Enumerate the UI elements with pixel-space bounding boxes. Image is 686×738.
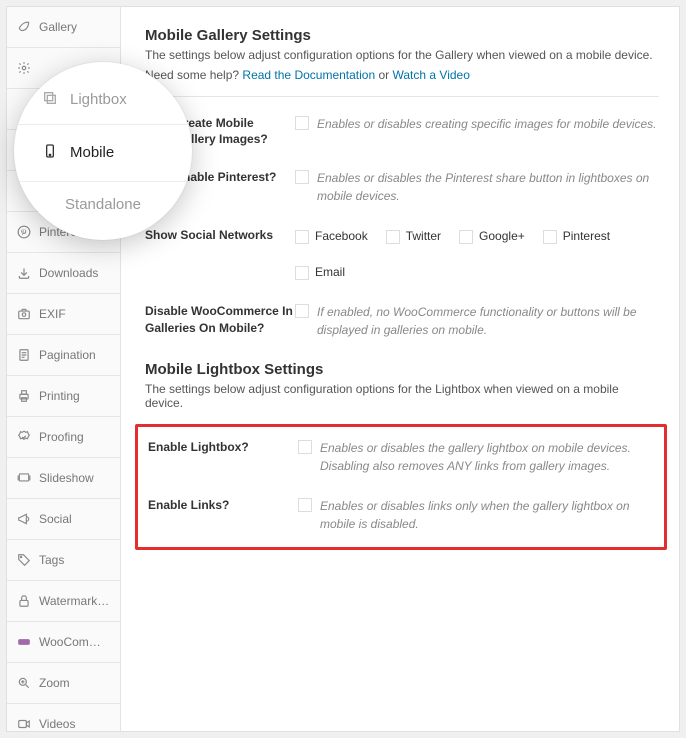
network-twitter[interactable]: Twitter	[386, 227, 441, 245]
sidebar-item-gallery[interactable]: Gallery	[7, 7, 120, 48]
mag-item-mobile[interactable]: Mobile	[14, 125, 192, 182]
setting-row-social: Show Social Networks Facebook Twitter Go…	[145, 227, 659, 281]
network-label: Pinterest	[563, 227, 610, 245]
network-google[interactable]: Google+	[459, 227, 525, 245]
magnifier-overlay: Lightbox Mobile Standalone	[14, 62, 192, 240]
video-link[interactable]: Watch a Video	[393, 68, 470, 82]
setting-label: Enable Lightbox?	[148, 439, 298, 475]
mag-label: Lightbox	[70, 91, 127, 108]
video-icon	[17, 717, 31, 731]
sidebar-item-label: Pagination	[39, 348, 96, 362]
download-icon	[17, 266, 31, 280]
sidebar-item-label: Watermarking	[39, 594, 110, 608]
network-facebook[interactable]: Facebook	[295, 227, 368, 245]
tag-icon	[17, 553, 31, 567]
sidebar-item-label: Tags	[39, 553, 64, 567]
checkbox-create-mobile[interactable]	[295, 116, 309, 130]
lightbox-section-title: Mobile Lightbox Settings	[145, 361, 659, 378]
setting-row-woo: Disable WooCommerce In Galleries On Mobi…	[145, 303, 659, 339]
checkbox-enable-links[interactable]	[298, 498, 312, 512]
checkbox-twitter[interactable]	[386, 230, 400, 244]
setting-label: Show Social Networks	[145, 227, 295, 281]
lightbox-section-subtitle: The settings below adjust configuration …	[145, 382, 659, 410]
leaf-icon	[17, 20, 31, 34]
sidebar-item-label: Downloads	[39, 266, 98, 280]
sidebar-item-exif[interactable]: EXIF	[7, 294, 120, 335]
sidebar-item-label: EXIF	[39, 307, 66, 321]
checkbox-google[interactable]	[459, 230, 473, 244]
sidebar-item-label: Videos	[39, 717, 75, 731]
network-label: Facebook	[315, 227, 368, 245]
sidebar-item-label: Gallery	[39, 20, 77, 34]
checkbox-pinterest[interactable]	[295, 170, 309, 184]
or-text: or	[375, 68, 392, 82]
sidebar-item-label: WooCommerce	[39, 635, 110, 649]
sidebar-item-label: Slideshow	[39, 471, 94, 485]
printer-icon	[17, 389, 31, 403]
network-pinterest[interactable]: Pinterest	[543, 227, 610, 245]
divider	[145, 96, 659, 97]
checkbox-email[interactable]	[295, 266, 309, 280]
help-prefix: Need some help?	[145, 68, 242, 82]
checkbox-pinterest-net[interactable]	[543, 230, 557, 244]
doc-link[interactable]: Read the Documentation	[242, 68, 375, 82]
setting-desc: Enables or disables the gallery lightbox…	[320, 439, 654, 475]
network-label: Google+	[479, 227, 525, 245]
network-label: Email	[315, 263, 345, 281]
sidebar-item-slideshow[interactable]: Slideshow	[7, 458, 120, 499]
sidebar-item-label: Social	[39, 512, 72, 526]
sidebar-item-pagination[interactable]: Pagination	[7, 335, 120, 376]
slides-icon	[17, 471, 31, 485]
sidebar-item-proofing[interactable]: Proofing	[7, 417, 120, 458]
help-line: Need some help? Read the Documentation o…	[145, 68, 659, 82]
sidebar-item-videos[interactable]: Videos	[7, 704, 120, 731]
main-panel: Mobile Gallery Settings The settings bel…	[121, 7, 679, 731]
sidebar-item-label: Printing	[39, 389, 80, 403]
setting-label: Disable WooCommerce In Galleries On Mobi…	[145, 303, 295, 339]
setting-row-enable-links: Enable Links? Enables or disables links …	[148, 497, 654, 533]
gallery-section-subtitle: The settings below adjust configuration …	[145, 48, 659, 62]
checkbox-facebook[interactable]	[295, 230, 309, 244]
sidebar-item-printing[interactable]: Printing	[7, 376, 120, 417]
setting-row-create-mobile: Create Mobile Gallery Images? Enables or…	[145, 115, 659, 147]
highlight-box: Enable Lightbox? Enables or disables the…	[135, 424, 667, 550]
gallery-section-title: Mobile Gallery Settings	[145, 27, 659, 44]
sidebar-item-woocommerce[interactable]: WooCommerce	[7, 622, 120, 663]
sidebar-item-label: Proofing	[39, 430, 84, 444]
sidebar-item-label: Zoom	[39, 676, 70, 690]
gear-icon	[17, 61, 31, 75]
setting-label: Enable Links?	[148, 497, 298, 533]
sidebar-item-watermarking[interactable]: Watermarking	[7, 581, 120, 622]
mag-label: Mobile	[70, 144, 114, 161]
setting-desc: Enables or disables links only when the …	[320, 497, 654, 533]
setting-row-enable-lightbox: Enable Lightbox? Enables or disables the…	[148, 439, 654, 475]
sidebar-item-tags[interactable]: Tags	[7, 540, 120, 581]
mobile-icon	[42, 143, 58, 163]
camera-icon	[17, 307, 31, 321]
sidebar-item-downloads[interactable]: Downloads	[7, 253, 120, 294]
check-badge-icon	[17, 430, 31, 444]
checkbox-enable-lightbox[interactable]	[298, 440, 312, 454]
sidebar-item-social[interactable]: Social	[7, 499, 120, 540]
sidebar-item-zoom[interactable]: Zoom	[7, 663, 120, 704]
layers-icon	[42, 90, 58, 110]
lock-icon	[17, 594, 31, 608]
network-label: Twitter	[406, 227, 441, 245]
network-email[interactable]: Email	[295, 263, 345, 281]
setting-desc: If enabled, no WooCommerce functionality…	[317, 303, 659, 339]
pinterest-icon	[17, 225, 31, 239]
megaphone-icon	[17, 512, 31, 526]
zoom-icon	[17, 676, 31, 690]
page-icon	[17, 348, 31, 362]
woo-icon	[17, 635, 31, 649]
setting-row-pinterest: Enable Pinterest? Enables or disables th…	[145, 169, 659, 205]
social-networks-group: Facebook Twitter Google+ Pinterest Email	[295, 227, 659, 281]
setting-desc: Enables or disables creating specific im…	[317, 115, 657, 133]
checkbox-woo[interactable]	[295, 304, 309, 318]
mag-label: Standalone	[65, 196, 141, 213]
setting-desc: Enables or disables the Pinterest share …	[317, 169, 659, 205]
